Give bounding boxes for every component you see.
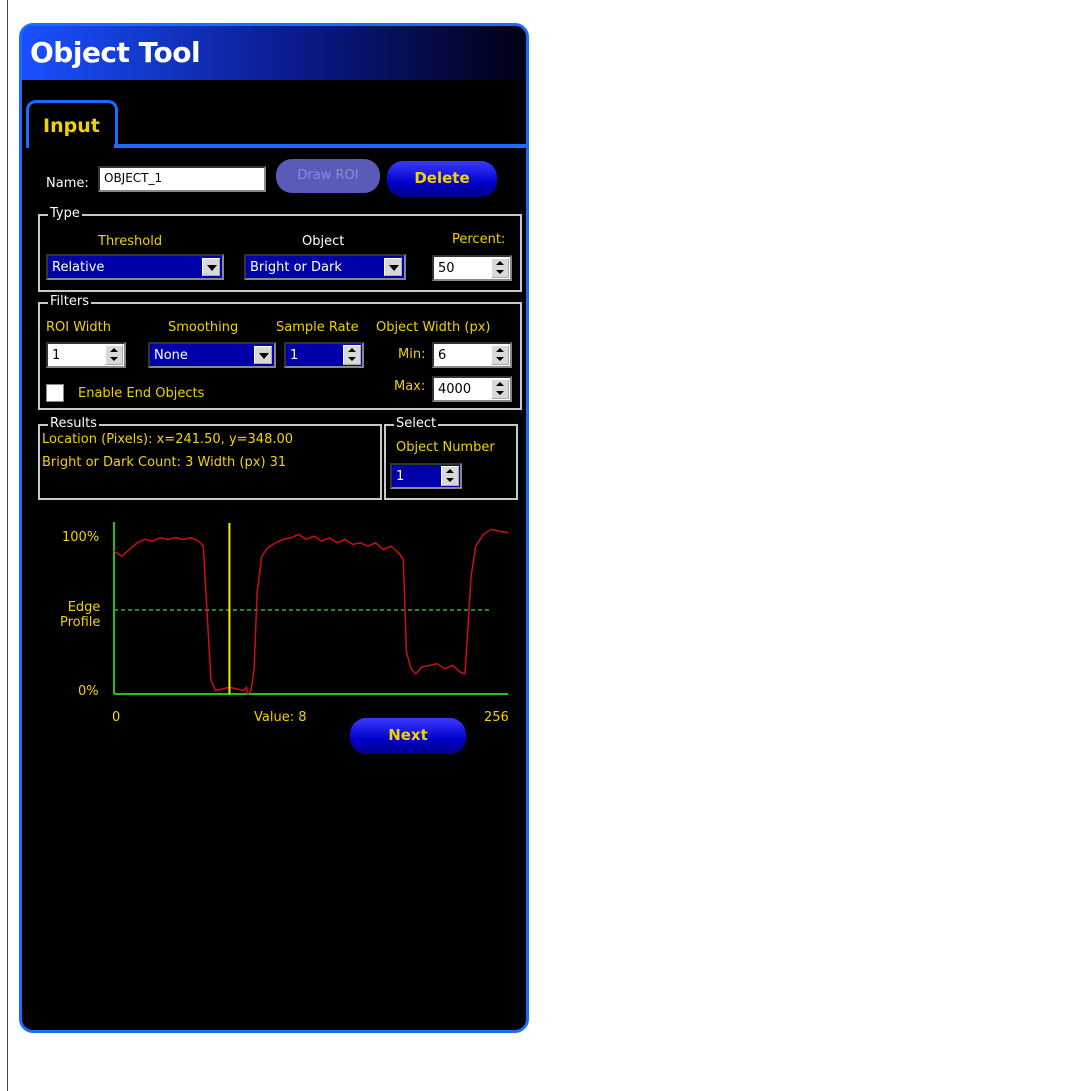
chevron-down-icon[interactable]: [384, 258, 402, 276]
y-axis-bottom-label: 0%: [78, 684, 99, 699]
chevron-down-icon[interactable]: [254, 346, 272, 364]
object-label: Object: [302, 234, 345, 249]
chevron-down-icon[interactable]: [202, 258, 220, 276]
sample-rate-spinner[interactable]: 1: [284, 342, 364, 368]
object-select-value: Bright or Dark: [250, 260, 342, 275]
results-group-title: Results: [48, 416, 99, 431]
y-axis-mid-label: Edge Profile: [60, 600, 100, 630]
roi-width-label: ROI Width: [46, 320, 111, 335]
edge-profile-series-line: [113, 528, 509, 696]
select-group-title: Select: [394, 416, 439, 431]
min-label: Min:: [398, 347, 426, 362]
enable-end-objects-label: Enable End Objects: [78, 386, 205, 401]
threshold-label: Threshold: [98, 234, 163, 249]
smoothing-select-value: None: [154, 348, 188, 363]
next-button[interactable]: Next: [350, 718, 466, 754]
count-width-text: Bright or Dark Count: 3 Width (px) 31: [42, 455, 287, 470]
max-width-value: 4000: [438, 382, 472, 397]
max-width-spinner[interactable]: 4000: [432, 376, 512, 402]
x-axis-left-label: 0: [112, 710, 121, 725]
spinner-arrows-icon[interactable]: [441, 466, 459, 486]
y-axis-mid-line1: Edge: [67, 600, 101, 615]
roi-width-spinner[interactable]: 1: [46, 342, 126, 368]
percent-spinner[interactable]: 50: [432, 255, 512, 281]
spinner-arrows-icon[interactable]: [343, 345, 361, 365]
window-title: Object Tool: [30, 36, 201, 69]
min-width-value: 6: [438, 348, 447, 363]
object-number-spinner[interactable]: 1: [390, 463, 462, 489]
roi-width-value: 1: [52, 348, 61, 363]
object-number-value: 1: [396, 469, 405, 484]
location-text: Location (Pixels): x=241.50, y=348.00: [42, 432, 294, 447]
delete-button[interactable]: Delete: [387, 161, 497, 197]
title-bar: Object Tool: [22, 26, 526, 80]
y-axis-top-label: 100%: [62, 530, 100, 545]
smoothing-select[interactable]: None: [148, 342, 276, 368]
tab-input-label: Input: [43, 115, 100, 137]
sample-rate-value: 1: [290, 348, 299, 363]
enable-end-objects-checkbox[interactable]: [46, 384, 64, 402]
min-width-spinner[interactable]: 6: [432, 342, 512, 368]
tab-input[interactable]: Input: [26, 100, 118, 148]
object-number-label: Object Number: [396, 440, 495, 455]
percent-label: Percent:: [452, 232, 506, 247]
tab-underline: [114, 144, 526, 148]
sample-rate-label: Sample Rate: [276, 320, 359, 335]
next-button-label: Next: [388, 726, 428, 744]
type-group-title: Type: [48, 206, 82, 221]
left-edge-line: [7, 0, 8, 1091]
name-input[interactable]: OBJECT_1: [98, 166, 266, 192]
threshold-select-value: Relative: [52, 260, 105, 275]
percent-value: 50: [438, 261, 455, 276]
spinner-arrows-icon[interactable]: [491, 379, 509, 399]
value-readout: Value: 8: [254, 710, 307, 725]
draw-roi-button[interactable]: Draw ROI: [276, 159, 380, 193]
object-width-label: Object Width (px): [376, 320, 491, 335]
name-label: Name:: [46, 176, 89, 191]
spinner-arrows-icon[interactable]: [105, 345, 123, 365]
x-axis-right-label: 256: [484, 710, 509, 725]
threshold-select[interactable]: Relative: [46, 254, 224, 280]
smoothing-label: Smoothing: [168, 320, 239, 335]
y-axis-mid-line2: Profile: [60, 615, 101, 630]
object-select[interactable]: Bright or Dark: [244, 254, 406, 280]
spinner-arrows-icon[interactable]: [491, 345, 509, 365]
max-label: Max:: [394, 379, 426, 394]
object-tool-window: Object Tool Input Name: OBJECT_1 Draw RO…: [19, 23, 529, 1033]
spinner-arrows-icon[interactable]: [491, 258, 509, 278]
filters-group-title: Filters: [48, 294, 91, 309]
